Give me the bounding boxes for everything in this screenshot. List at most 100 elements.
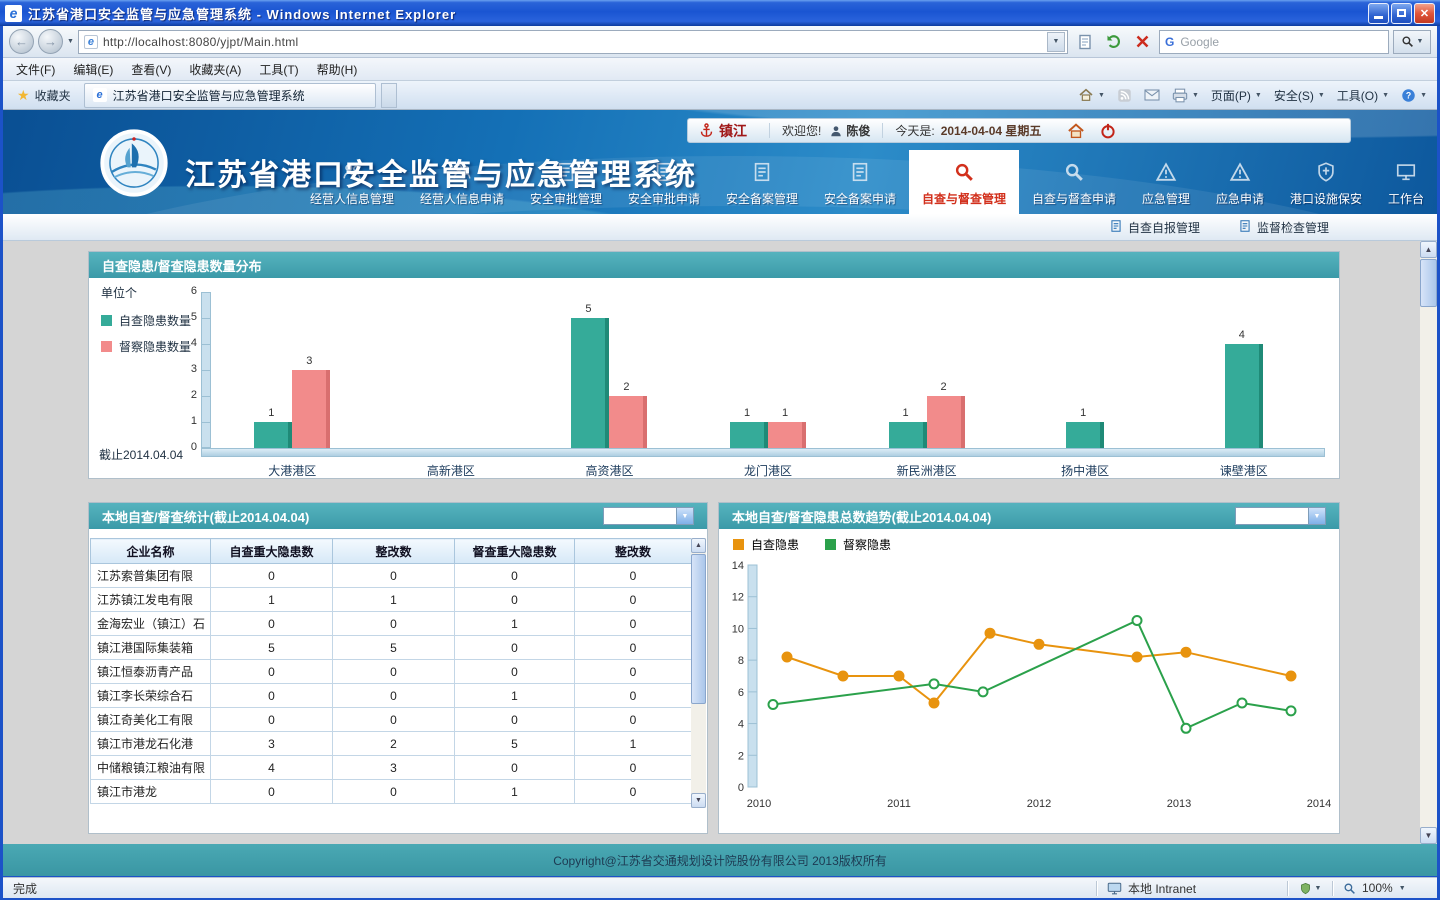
- search-button[interactable]: ▼: [1393, 30, 1431, 54]
- home-shortcut-icon[interactable]: [1067, 122, 1085, 140]
- nav-item-default[interactable]: 港口设施保安: [1277, 150, 1375, 214]
- nav-item-label: 自查与督查申请: [1032, 190, 1116, 207]
- bar[interactable]: 2: [927, 396, 965, 448]
- bar[interactable]: 1: [768, 422, 806, 448]
- new-tab-button[interactable]: [381, 83, 397, 108]
- subnav-item[interactable]: 监督检查管理: [1238, 219, 1329, 236]
- table-row[interactable]: 镇江港国际集装箱5500: [91, 636, 692, 660]
- value-cell: 0: [455, 564, 575, 588]
- help-button[interactable]: ? ▼: [1401, 88, 1427, 103]
- stop-button[interactable]: [1130, 29, 1155, 54]
- tools-menu-button[interactable]: 工具(O)▼: [1337, 87, 1389, 104]
- scroll-up-button[interactable]: ▲: [1420, 241, 1437, 258]
- table-row[interactable]: 中储粮镇江粮油有限4300: [91, 756, 692, 780]
- value-cell: 3: [333, 756, 455, 780]
- bar-groups: 1352111214: [213, 292, 1323, 448]
- company-name-cell: 中储粮镇江粮油有限: [91, 756, 211, 780]
- nav-item-default[interactable]: 工作台: [1375, 150, 1437, 214]
- browser-tab[interactable]: e 江苏省港口安全监管与应急管理系统: [84, 83, 376, 108]
- home-button[interactable]: ▼: [1078, 87, 1105, 103]
- page-menu-button[interactable]: 页面(P)▼: [1211, 87, 1262, 104]
- bar[interactable]: 1: [889, 422, 927, 448]
- menu-item[interactable]: 收藏夹(A): [180, 58, 250, 81]
- scroll-thumb[interactable]: [1420, 259, 1437, 307]
- bar-value-label: 2: [609, 381, 643, 393]
- menu-item[interactable]: 工具(T): [250, 58, 307, 81]
- table-row[interactable]: 镇江李长荣综合石0010: [91, 684, 692, 708]
- nav-item-default[interactable]: 安全备案管理: [713, 150, 811, 214]
- forward-button[interactable]: →: [38, 29, 63, 54]
- table-row[interactable]: 镇江市港龙0010: [91, 780, 692, 804]
- nav-item-default[interactable]: 应急申请: [1203, 150, 1277, 214]
- shield-status-icon: [1299, 882, 1312, 895]
- bar[interactable]: 1: [730, 422, 768, 448]
- menu-item[interactable]: 查看(V): [122, 58, 180, 81]
- history-dropdown-icon[interactable]: ▼: [67, 38, 74, 45]
- menu-item[interactable]: 帮助(H): [308, 58, 367, 81]
- table-row[interactable]: 金海宏业（镇江）石0010: [91, 612, 692, 636]
- page-footer: Copyright@江苏省交通规划设计院股份有限公司 2013版权所有: [3, 844, 1437, 876]
- chevron-down-icon: ▼: [1309, 507, 1326, 525]
- close-button[interactable]: ✕: [1414, 3, 1435, 24]
- table-scroll-down-button[interactable]: ▼: [691, 793, 706, 808]
- value-cell: 1: [575, 732, 692, 756]
- table-row[interactable]: 江苏镇江发电有限1100: [91, 588, 692, 612]
- nav-item-default[interactable]: 自查与督查申请: [1019, 150, 1129, 214]
- nav-item-default[interactable]: 应急管理: [1129, 150, 1203, 214]
- bar-categories: 大港港区高新港区高资港区龙门港区新民洲港区扬中港区谏壁港区: [213, 462, 1323, 479]
- table-row[interactable]: 镇江市港龙石化港3251: [91, 732, 692, 756]
- favorites-button[interactable]: ★ 收藏夹: [9, 83, 79, 107]
- table-scroll-thumb[interactable]: [691, 554, 706, 704]
- value-cell: 0: [575, 588, 692, 612]
- url-dropdown-icon[interactable]: ▼: [1047, 32, 1065, 52]
- nav-item-default[interactable]: 安全备案申请: [811, 150, 909, 214]
- value-cell: 0: [575, 780, 692, 804]
- bar[interactable]: 1: [254, 422, 292, 448]
- bar[interactable]: 2: [609, 396, 647, 448]
- refresh-button[interactable]: [1101, 29, 1126, 54]
- search-input[interactable]: G Google: [1159, 30, 1389, 54]
- protected-mode-indicator[interactable]: ▼: [1288, 882, 1332, 895]
- window-title: 江苏省港口安全监管与应急管理系统 - Windows Internet Expl…: [28, 4, 456, 23]
- table-row[interactable]: 江苏索普集团有限0000: [91, 564, 692, 588]
- zoom-control[interactable]: 100% ▼: [1333, 881, 1437, 895]
- nav-item-active[interactable]: 自查与督查管理: [909, 150, 1019, 214]
- compatibility-view-button[interactable]: [1072, 29, 1097, 54]
- table-scroll-up-button[interactable]: ▲: [691, 538, 706, 553]
- security-zone: 本地 Intranet: [1097, 880, 1287, 897]
- table-filter-select[interactable]: ▼: [603, 507, 694, 525]
- category-label: 新民洲港区: [847, 462, 1006, 479]
- menu-item[interactable]: 编辑(E): [64, 58, 122, 81]
- value-cell: 3: [211, 732, 333, 756]
- bar-group: 52: [530, 292, 689, 448]
- page-scrollbar[interactable]: ▲ ▼: [1420, 241, 1437, 844]
- table-scrollbar[interactable]: ▲ ▼: [691, 538, 706, 808]
- maximize-button[interactable]: [1391, 3, 1412, 24]
- scroll-down-button[interactable]: ▼: [1420, 827, 1437, 844]
- mail-button[interactable]: [1144, 88, 1160, 102]
- google-icon: G: [1165, 35, 1174, 49]
- bar-group: [372, 292, 531, 448]
- subnav-item[interactable]: 自查自报管理: [1109, 219, 1200, 236]
- category-label: 高新港区: [372, 462, 531, 479]
- bar[interactable]: 5: [571, 318, 609, 448]
- feeds-button[interactable]: [1117, 88, 1132, 103]
- logout-icon[interactable]: [1099, 122, 1117, 140]
- bar[interactable]: 3: [292, 370, 330, 448]
- category-label: 谏壁港区: [1164, 462, 1323, 479]
- print-button[interactable]: ▼: [1172, 88, 1199, 103]
- back-button[interactable]: ←: [9, 29, 34, 54]
- table-header-cell: 整改数: [575, 539, 692, 564]
- minimize-button[interactable]: [1368, 3, 1389, 24]
- table-row[interactable]: 镇江恒泰沥青产品0000: [91, 660, 692, 684]
- bar[interactable]: 4: [1225, 344, 1263, 448]
- table-row[interactable]: 镇江奇美化工有限0000: [91, 708, 692, 732]
- safety-menu-button[interactable]: 安全(S)▼: [1274, 87, 1325, 104]
- value-cell: 1: [455, 684, 575, 708]
- bar[interactable]: 1: [1066, 422, 1104, 448]
- url-input[interactable]: e http://localhost:8080/yjpt/Main.html ▼: [78, 30, 1068, 54]
- welcome-label: 欢迎您!: [782, 122, 821, 139]
- line-filter-select[interactable]: ▼: [1235, 507, 1326, 525]
- menu-item[interactable]: 文件(F): [7, 58, 64, 81]
- y-tick-label: 2: [165, 389, 197, 401]
